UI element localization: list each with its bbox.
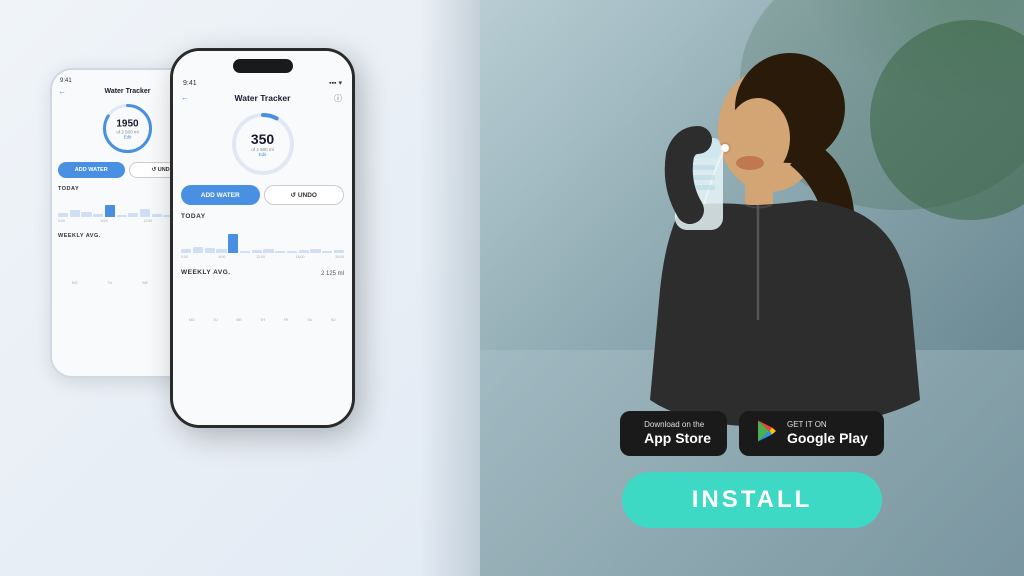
phone-notch [233,59,293,73]
phone-back-weekly-label: WEEKLY AVG. [58,233,101,239]
phone-back-day-mo: MO [58,280,91,285]
undo-icon: ↺ [152,167,157,173]
phone-front-day-th: TH [252,317,274,322]
phone-front-add-water-button[interactable]: ADD WATER [181,185,260,205]
left-panel: 9:41 ▪▪▪ ← Water Tracker [0,0,480,576]
phone-front-progress-value: 350 of 2 500 ml Edit [251,131,274,157]
google-play-small-text: GET IT ON [787,420,868,430]
phone-front-weekly-header: WEEKLY AVG. 2 125 ml [181,269,344,279]
main-container: 9:41 ▪▪▪ ← Water Tracker [0,0,1024,576]
phone-front-weekly-value: 2 125 ml [321,271,344,277]
phone-front-day-su: SU [322,317,344,322]
google-play-icon [755,419,779,448]
phone-front-title: Water Tracker [235,93,291,103]
phone-front-day-fr: FR [275,317,297,322]
front-undo-icon: ↺ [291,192,296,199]
right-panel: Download on the App Store GET IT ON Goo [480,0,1024,576]
phone-front-status-bar: 9:41 ▪▪▪ ▾ [181,79,344,87]
phone-front-signal: ▪▪▪ ▾ [329,79,342,87]
phone-front-day-we: WE [228,317,250,322]
phone-front-weekly-section: WEEKLY AVG. 2 125 ml MO TU [181,269,344,322]
phone-back-title: Water Tracker [104,88,150,95]
phone-back-circle: 1950 of 2 500 ml Edit [100,101,155,156]
phone-back-day-we: WE [129,280,162,285]
store-buttons-container: Download on the App Store GET IT ON Goo [620,411,884,456]
google-play-text: GET IT ON Google Play [787,420,868,446]
phone-front-weekly-bars: MO TU WE TH [181,282,344,322]
phone-front-water-amount: 350 [251,131,274,147]
app-store-big-text: App Store [644,430,711,447]
front-back-arrow-icon: ← [181,93,191,103]
app-store-text: Download on the App Store [644,420,711,446]
phone-back-water-amount: 1950 [116,118,138,129]
phone-front-progress-container: 350 of 2 500 ml Edit [181,109,344,179]
phone-front-day-mo: MO [181,317,203,322]
phone-back-edit: Edit [116,134,138,139]
phone-front-day-sa: SA [299,317,321,322]
phone-front-day-tu: TU [205,317,227,322]
phone-front-weekly-label: WEEKLY AVG. [181,269,231,276]
app-store-button[interactable]: Download on the App Store [620,411,727,456]
google-play-big-text: Google Play [787,430,868,447]
phone-back-add-water-button[interactable]: ADD WATER [58,162,125,178]
phone-front-buttons: ADD WATER ↺ UNDO [181,185,344,205]
phone-front-today-label: TODAY [181,213,344,220]
phone-back-progress-value: 1950 of 2 500 ml Edit [116,118,138,139]
phone-front-time: 9:41 [183,80,197,87]
back-arrow-icon: ← [58,87,68,97]
info-icon: ⓘ [334,93,344,103]
phone-back-time: 9:41 [60,78,72,84]
phone-front-screen: 9:41 ▪▪▪ ▾ ← Water Tracker ⓘ [173,51,352,425]
phone-front-chart-labels: 0:00 6:00 12:00 18:00 24:00 [181,255,344,259]
phone-back-day-tu: TU [93,280,126,285]
google-play-button[interactable]: GET IT ON Google Play [739,411,884,456]
install-button[interactable]: INSTALL [622,472,883,528]
phone-front-edit: Edit [251,152,274,157]
phone-front-daily-chart [181,223,344,253]
phone-front-circle: 350 of 2 500 ml Edit [228,109,298,179]
phone-front-header: ← Water Tracker ⓘ [181,93,344,103]
phones-container: 9:41 ▪▪▪ ← Water Tracker [30,28,450,548]
phone-front-undo-button[interactable]: ↺ UNDO [264,185,345,205]
app-store-small-text: Download on the [644,420,711,430]
phone-front: 9:41 ▪▪▪ ▾ ← Water Tracker ⓘ [170,48,355,428]
